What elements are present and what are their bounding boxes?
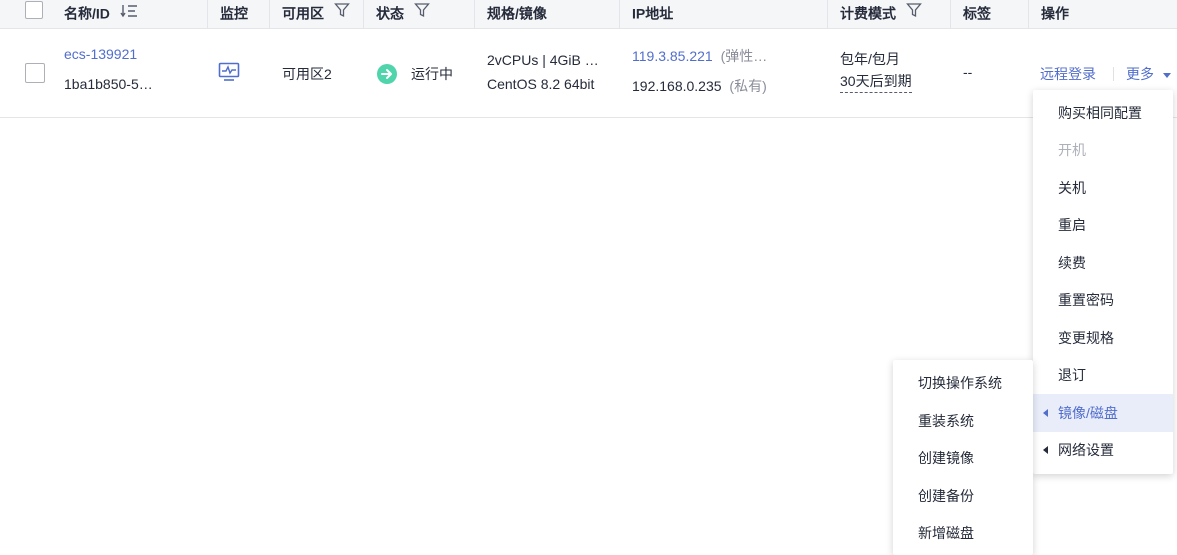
col-zone[interactable]: 可用区 [269,0,363,28]
menu-item-network[interactable]: 网络设置 [1033,431,1173,469]
more-dropdown[interactable]: 更多 [1126,64,1171,84]
menu-item-image-disk[interactable]: 镜像/磁盘 [1033,394,1173,432]
image-disk-submenu: 切换操作系统 重装系统 创建镜像 创建备份 新增磁盘 [893,360,1033,555]
submenu-item-reinstall[interactable]: 重装系统 [893,402,1033,440]
remote-login-link[interactable]: 远程登录 [1040,64,1096,84]
caret-left-icon [1043,409,1048,417]
eip-address: 119.3.85.221 (弹性… [632,46,767,66]
menu-item-stop[interactable]: 关机 [1033,169,1173,207]
menu-item-buy-same[interactable]: 购买相同配置 [1033,94,1173,132]
filter-icon[interactable] [414,1,430,25]
private-note: (私有) [729,78,767,94]
col-tags: 标签 [950,0,1028,28]
more-menu: 购买相同配置 开机 关机 重启 续费 重置密码 变更规格 退订 镜像/磁盘 网络… [1033,90,1173,474]
col-actions: 操作 [1028,0,1177,28]
monitor-icon[interactable] [218,62,240,85]
image-line: CentOS 8.2 64bit [487,76,595,92]
table-header: 名称/ID 监控 可用区 状态 规格/镜像 IP地址 计费模式 标签 操作 [0,0,1177,29]
menu-item-start: 开机 [1058,142,1086,158]
expiry-info[interactable]: 30天后到期 [840,71,912,93]
submenu-item-create-image[interactable]: 创建镜像 [893,439,1033,477]
menu-item-change-spec[interactable]: 变更规格 [1033,319,1173,357]
table-row: ecs-139921 1ba1b850-5… 可用区2 运行中 2vCPUs |… [0,29,1177,118]
status-text: 运行中 [411,66,453,82]
submenu-item-create-backup[interactable]: 创建备份 [893,477,1033,515]
caret-left-icon [1043,446,1048,454]
filter-icon[interactable] [334,1,350,25]
col-billing[interactable]: 计费模式 [827,0,950,28]
spec-line: 2vCPUs | 4GiB … [487,52,599,68]
action-separator [1113,67,1114,81]
submenu-item-switch-os[interactable]: 切换操作系统 [893,364,1033,402]
filter-icon[interactable] [906,1,922,25]
tags-value: -- [963,64,973,80]
col-name[interactable]: 名称/ID [52,0,207,28]
sort-icon[interactable] [120,1,138,25]
instance-id: 1ba1b850-5… [64,76,153,92]
select-all-checkbox[interactable] [25,1,43,19]
col-ip: IP地址 [619,0,827,28]
billing-mode: 包年/包月 [840,51,900,67]
private-ip-address: 192.168.0.235 (私有) [632,76,767,96]
submenu-item-add-disk[interactable]: 新增磁盘 [893,514,1033,552]
zone-value: 可用区2 [282,66,332,82]
row-checkbox[interactable] [25,63,45,83]
eip-link[interactable]: 119.3.85.221 [632,48,713,64]
caret-down-icon [1162,72,1171,78]
col-status[interactable]: 状态 [363,0,474,28]
menu-item-renew[interactable]: 续费 [1033,244,1173,282]
col-monitor: 监控 [207,0,269,28]
eip-note: (弹性… [720,48,768,64]
private-ip: 192.168.0.235 [632,78,722,94]
menu-item-unsubscribe[interactable]: 退订 [1033,356,1173,394]
col-spec: 规格/镜像 [474,0,619,28]
running-status-icon [377,64,397,84]
menu-item-restart[interactable]: 重启 [1033,206,1173,244]
instance-name-link[interactable]: ecs-139921 [64,46,137,62]
more-label: 更多 [1126,66,1154,82]
menu-item-reset-password[interactable]: 重置密码 [1033,281,1173,319]
